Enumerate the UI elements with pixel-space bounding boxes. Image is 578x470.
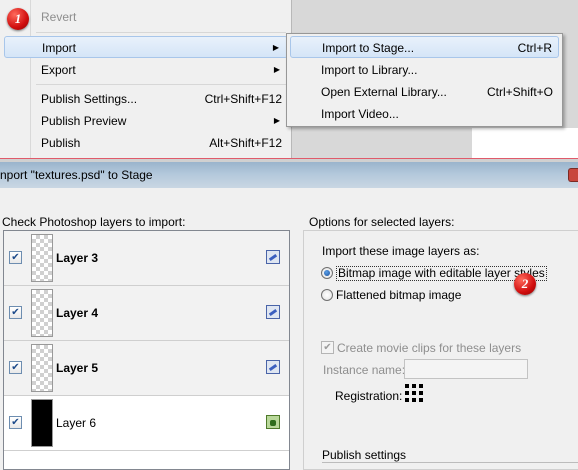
menu-item-shortcut: Ctrl+Shift+F12 bbox=[204, 92, 282, 106]
menu-item-import-to-stage[interactable]: Import to Stage... Ctrl+R bbox=[290, 36, 559, 58]
menu-item-shortcut: Alt+Shift+F12 bbox=[209, 136, 282, 150]
import-dialog: nport "textures.psd" to Stage Check Phot… bbox=[0, 162, 578, 470]
step-1-badge: 1 bbox=[7, 8, 29, 30]
editable-layer-icon[interactable] bbox=[266, 360, 280, 374]
background-canvas bbox=[472, 128, 578, 158]
menu-item-label: Import bbox=[42, 41, 77, 55]
menu-item-publish-preview[interactable]: Publish Preview ▶ bbox=[4, 110, 288, 132]
publish-settings-label: Publish settings bbox=[322, 448, 407, 462]
create-movie-clips-checkbox[interactable]: ✔ bbox=[321, 341, 334, 354]
step-2-badge: 2 bbox=[514, 273, 536, 295]
top-area: Revert Import ▶ Export ▶ Publish Setting… bbox=[0, 0, 578, 158]
submenu-arrow-icon: ▶ bbox=[272, 43, 279, 52]
layer-thumbnail bbox=[31, 344, 53, 392]
layer-name: Layer 6 bbox=[56, 416, 97, 430]
menu-item-import-to-library[interactable]: Import to Library... bbox=[290, 59, 559, 81]
check-layers-label: Check Photoshop layers to import: bbox=[2, 215, 186, 229]
flattened-bitmap-radio[interactable] bbox=[321, 289, 333, 301]
menu-item-export[interactable]: Export ▶ bbox=[4, 59, 288, 81]
registration-label: Registration: bbox=[335, 389, 403, 403]
layer-row[interactable]: ✔ Layer 3 bbox=[4, 231, 289, 286]
layer-checkbox[interactable]: ✔ bbox=[9, 361, 22, 374]
editable-layer-icon[interactable] bbox=[266, 305, 280, 319]
menu-item-publish[interactable]: Publish Alt+Shift+F12 bbox=[4, 132, 288, 154]
menu-item-shortcut: Ctrl+Shift+O bbox=[486, 85, 553, 99]
menu-item-label: Export bbox=[41, 63, 76, 77]
menu-item-open-external-library[interactable]: Open External Library... Ctrl+Shift+O bbox=[290, 81, 559, 103]
create-movie-clips-label: Create movie clips for these layers bbox=[337, 341, 522, 355]
registration-grid-icon[interactable] bbox=[405, 384, 425, 404]
layer-row[interactable]: ✔ Layer 6 bbox=[4, 396, 289, 451]
menu-item-revert[interactable]: Revert bbox=[4, 6, 288, 28]
layer-name: Layer 5 bbox=[56, 361, 99, 375]
submenu-arrow-icon: ▶ bbox=[273, 65, 280, 74]
close-button[interactable] bbox=[568, 168, 578, 182]
layer-thumbnail bbox=[31, 399, 53, 447]
file-menu: Revert Import ▶ Export ▶ Publish Setting… bbox=[0, 0, 292, 158]
menu-item-label: Import Video... bbox=[321, 107, 399, 121]
menu-item-label: Open External Library... bbox=[321, 85, 447, 99]
layer-row[interactable]: ✔ Layer 4 bbox=[4, 286, 289, 341]
options-label: Options for selected layers: bbox=[309, 215, 455, 229]
menu-item-shortcut: Ctrl+R bbox=[517, 41, 552, 55]
group-divider bbox=[322, 462, 578, 463]
submenu-arrow-icon: ▶ bbox=[273, 116, 280, 125]
editable-layer-icon[interactable] bbox=[266, 250, 280, 264]
menu-item-label: Import to Stage... bbox=[322, 41, 415, 55]
menu-item-import[interactable]: Import ▶ bbox=[4, 36, 288, 58]
layer-list[interactable]: ✔ Layer 3 ✔ Layer 4 ✔ Layer 5 ✔ Layer 6 bbox=[3, 230, 290, 470]
menu-separator bbox=[36, 84, 286, 85]
menu-item-label: Publish bbox=[41, 136, 81, 150]
menu-item-label: Import to Library... bbox=[321, 63, 418, 77]
layer-name: Layer 4 bbox=[56, 306, 99, 320]
menu-item-publish-settings[interactable]: Publish Settings... Ctrl+Shift+F12 bbox=[4, 88, 288, 110]
menu-separator bbox=[36, 32, 286, 33]
menu-item-label: Publish Preview bbox=[41, 114, 127, 128]
import-as-label: Import these image layers as: bbox=[322, 244, 480, 258]
dialog-titlebar[interactable]: nport "textures.psd" to Stage bbox=[0, 162, 578, 188]
bitmap-editable-radio[interactable] bbox=[321, 267, 333, 279]
instance-name-label: Instance name: bbox=[323, 363, 406, 377]
dialog-title: nport "textures.psd" to Stage bbox=[0, 168, 153, 182]
flattened-bitmap-label[interactable]: Flattened bitmap image bbox=[336, 288, 461, 302]
menu-item-label: Revert bbox=[41, 10, 77, 24]
layer-checkbox[interactable]: ✔ bbox=[9, 416, 22, 429]
layer-name: Layer 3 bbox=[56, 251, 99, 265]
layer-row[interactable]: ✔ Layer 5 bbox=[4, 341, 289, 396]
layer-checkbox[interactable]: ✔ bbox=[9, 251, 22, 264]
layer-thumbnail bbox=[31, 234, 53, 282]
instance-name-input[interactable] bbox=[404, 359, 528, 379]
import-submenu: Import to Stage... Ctrl+R Import to Libr… bbox=[286, 33, 563, 127]
menu-item-label: Publish Settings... bbox=[41, 92, 138, 106]
layer-thumbnail bbox=[31, 289, 53, 337]
flattened-layer-icon[interactable] bbox=[266, 415, 280, 429]
layer-checkbox[interactable]: ✔ bbox=[9, 306, 22, 319]
menu-item-import-video[interactable]: Import Video... bbox=[290, 103, 559, 125]
